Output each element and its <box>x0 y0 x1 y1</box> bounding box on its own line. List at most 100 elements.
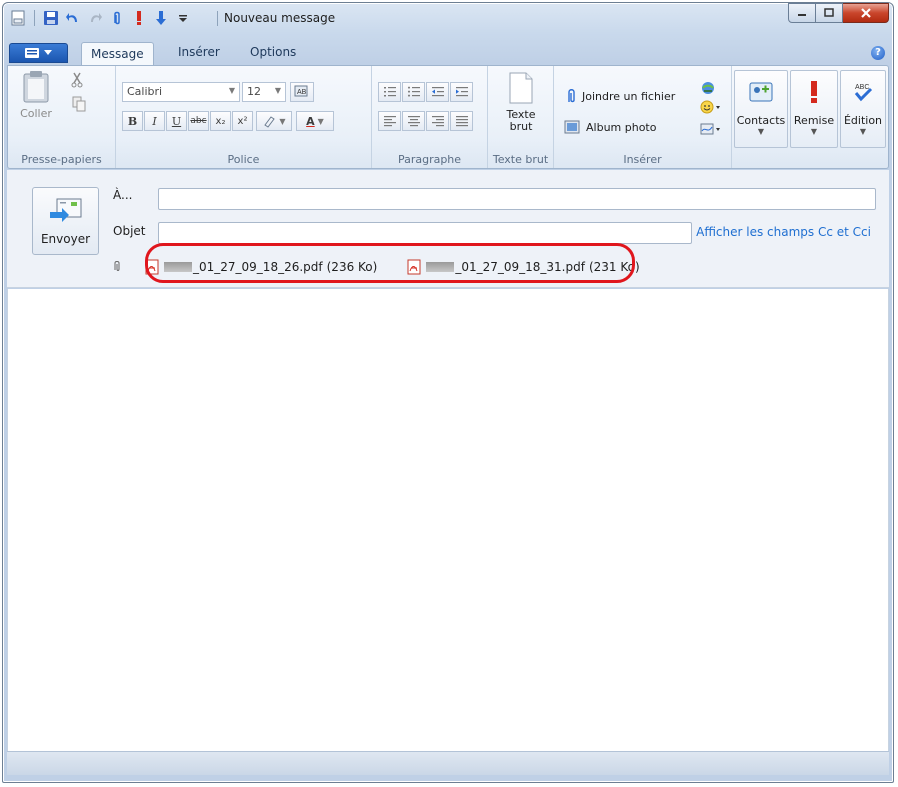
plaintext-button[interactable]: Texte brut <box>498 72 544 133</box>
app-menu-button[interactable] <box>9 43 68 63</box>
priority-low-icon[interactable] <box>152 9 170 27</box>
chevron-down-icon <box>44 50 52 55</box>
attach-icon[interactable] <box>108 9 126 27</box>
underline-button[interactable]: U <box>166 111 187 131</box>
priority-high-icon[interactable] <box>130 9 148 27</box>
subject-label: Objet <box>113 224 146 238</box>
priority-label: Remise <box>793 114 835 127</box>
svg-text:ABC: ABC <box>855 84 869 91</box>
paperclip-icon <box>568 89 575 103</box>
decrease-indent-button[interactable] <box>426 82 449 102</box>
plaintext-label-line2: brut <box>509 120 533 133</box>
new-page-icon[interactable] <box>9 9 27 27</box>
close-button[interactable] <box>843 3 889 23</box>
group-label-paragraph: Paragraphe <box>397 153 462 166</box>
group-label-insert: Insérer <box>623 153 662 166</box>
align-right-button[interactable] <box>426 111 449 131</box>
align-right-icon <box>431 116 444 127</box>
customize-icon[interactable] <box>174 9 192 27</box>
group-label-plaintext: Texte brut <box>492 153 549 166</box>
send-label: Envoyer <box>40 232 91 246</box>
editing-button[interactable]: ABC Édition ▼ <box>840 70 886 148</box>
font-name-value: Calibri <box>127 85 163 98</box>
ribbon-tabs: Message Insérer Options ? <box>9 42 887 66</box>
photo-album-icon <box>564 120 580 134</box>
minimize-button[interactable] <box>788 3 816 23</box>
save-icon[interactable] <box>42 9 60 27</box>
font-size-combo[interactable]: 12 ▼ <box>242 82 286 102</box>
font-name-combo[interactable]: Calibri ▼ <box>122 82 240 102</box>
bold-button[interactable]: B <box>122 111 143 131</box>
paste-icon <box>23 71 49 103</box>
maximize-button[interactable] <box>816 3 843 23</box>
send-icon <box>49 198 81 222</box>
to-field[interactable] <box>158 188 876 210</box>
superscript-button[interactable]: x² <box>232 111 253 131</box>
group-clipboard: Coller Presse-papiers <box>8 66 116 168</box>
group-plaintext: Texte brut Texte brut <box>488 66 554 168</box>
group-insert: Joindre un fichier Album photo Insérer <box>554 66 732 168</box>
window-title: Nouveau message <box>224 11 336 25</box>
highlight-color-button[interactable]: ▼ <box>256 111 292 131</box>
align-center-icon <box>407 116 420 127</box>
title-divider <box>217 11 218 26</box>
strikethrough-button[interactable]: abc <box>188 111 209 131</box>
undo-icon[interactable] <box>64 9 82 27</box>
font-size-value: 12 <box>247 85 261 98</box>
decrease-indent-icon <box>431 87 444 97</box>
emoticon-icon[interactable] <box>700 100 722 117</box>
tab-options[interactable]: Options <box>250 45 296 59</box>
attach-file-button[interactable]: Joindre un fichier <box>566 88 675 104</box>
chevron-down-icon: ▼ <box>274 86 281 95</box>
bullet-list-button[interactable] <box>402 82 425 102</box>
annotation-highlight-ring <box>145 243 635 283</box>
subject-field[interactable] <box>158 222 692 244</box>
hyperlink-icon[interactable] <box>700 80 716 99</box>
to-label[interactable]: À... <box>113 188 132 202</box>
plain-document-icon <box>509 72 533 104</box>
increase-indent-button[interactable] <box>450 82 473 102</box>
qat-separator <box>34 10 35 26</box>
align-left-icon <box>383 116 396 127</box>
redo-icon[interactable] <box>86 9 104 27</box>
font-color-button[interactable]: A ▼ <box>296 111 334 131</box>
help-icon[interactable]: ? <box>871 46 885 60</box>
minimize-icon <box>798 14 806 16</box>
show-cc-bcc-link[interactable]: Afficher les champs Cc et Cci <box>696 225 871 239</box>
numbered-list-button[interactable] <box>378 82 401 102</box>
priority-button[interactable]: Remise ▼ <box>790 70 838 148</box>
send-button[interactable]: Envoyer <box>32 187 99 255</box>
grow-font-button[interactable]: AB <box>290 82 314 102</box>
align-center-button[interactable] <box>402 111 425 131</box>
contacts-icon <box>749 82 773 102</box>
message-body[interactable] <box>7 289 889 751</box>
app-menu-icon <box>25 48 39 58</box>
copy-icon[interactable] <box>72 96 86 115</box>
font-color-icon: A <box>306 114 315 128</box>
grow-font-icon: AB <box>294 85 308 97</box>
justify-button[interactable] <box>450 111 473 131</box>
group-label-clipboard: Presse-papiers <box>21 153 102 166</box>
signature-icon[interactable] <box>700 122 722 139</box>
align-left-button[interactable] <box>378 111 401 131</box>
photo-album-button[interactable]: Album photo <box>564 120 656 134</box>
subscript-button[interactable]: x₂ <box>210 111 231 131</box>
chevron-down-icon: ▼ <box>810 127 818 136</box>
cut-icon[interactable] <box>70 72 84 91</box>
group-label-font: Police <box>227 153 260 166</box>
chevron-down-icon: ▼ <box>859 127 867 136</box>
chevron-down-icon: ▼ <box>757 127 765 136</box>
quick-access-toolbar <box>9 9 192 27</box>
window-controls <box>788 3 889 23</box>
paste-button[interactable]: Coller <box>16 70 56 120</box>
group-right: Contacts ▼ Remise ▼ ABC Édition ▼ <box>732 66 888 168</box>
contacts-button[interactable]: Contacts ▼ <box>734 70 788 148</box>
numbered-list-icon <box>383 87 396 97</box>
chevron-down-icon: ▼ <box>228 86 235 95</box>
italic-button[interactable]: I <box>144 111 165 131</box>
spellcheck-icon: ABC <box>854 84 873 102</box>
tab-message[interactable]: Message <box>81 42 154 66</box>
tab-inserer[interactable]: Insérer <box>178 45 220 59</box>
attach-file-label: Joindre un fichier <box>582 89 676 103</box>
exclamation-icon <box>811 81 817 103</box>
